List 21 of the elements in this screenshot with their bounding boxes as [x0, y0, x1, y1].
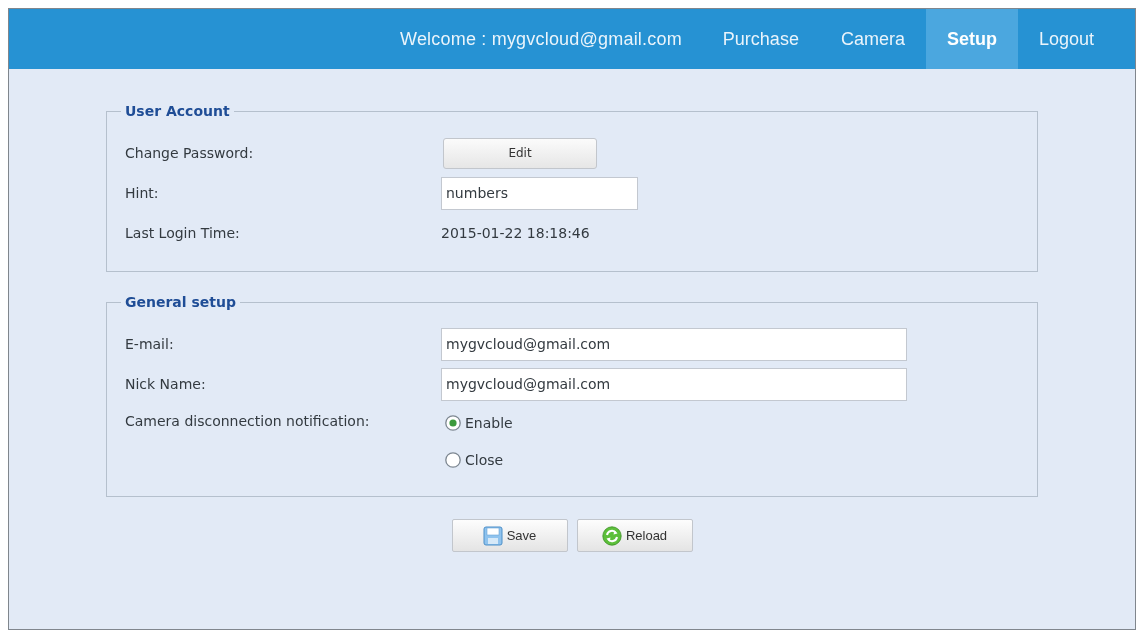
- refresh-icon: [601, 525, 622, 546]
- field-label: Nick Name:: [125, 376, 207, 392]
- save-button[interactable]: Save: [451, 519, 568, 552]
- welcome-text: Welcome : mygvcloud@gmail.com: [400, 28, 682, 50]
- hint-field[interactable]: numbers: [441, 176, 638, 210]
- radio-label[interactable]: Close: [465, 451, 504, 468]
- reload-button[interactable]: Reload: [576, 519, 693, 552]
- field-label: Hint:: [125, 185, 160, 201]
- field-label: E-mail:: [125, 336, 175, 352]
- section-title: General setup: [124, 294, 237, 310]
- radio-button[interactable]: [445, 414, 461, 431]
- section-title: User Account: [124, 103, 231, 119]
- field-label: Camera disconnection notification:: [125, 413, 371, 429]
- text-field[interactable]: mygvcloud@gmail.com: [441, 367, 907, 401]
- login-time-text: 2015-01-22 18:18:46: [441, 225, 590, 241]
- field-label: Change Password:: [125, 145, 255, 161]
- radio-button[interactable]: [445, 451, 461, 468]
- field-label: Last Login Time:: [125, 225, 241, 241]
- edit-button[interactable]: Edit: [443, 137, 597, 169]
- radio-label[interactable]: Enable: [465, 414, 513, 431]
- text-field[interactable]: mygvcloud@gmail.com: [441, 327, 907, 361]
